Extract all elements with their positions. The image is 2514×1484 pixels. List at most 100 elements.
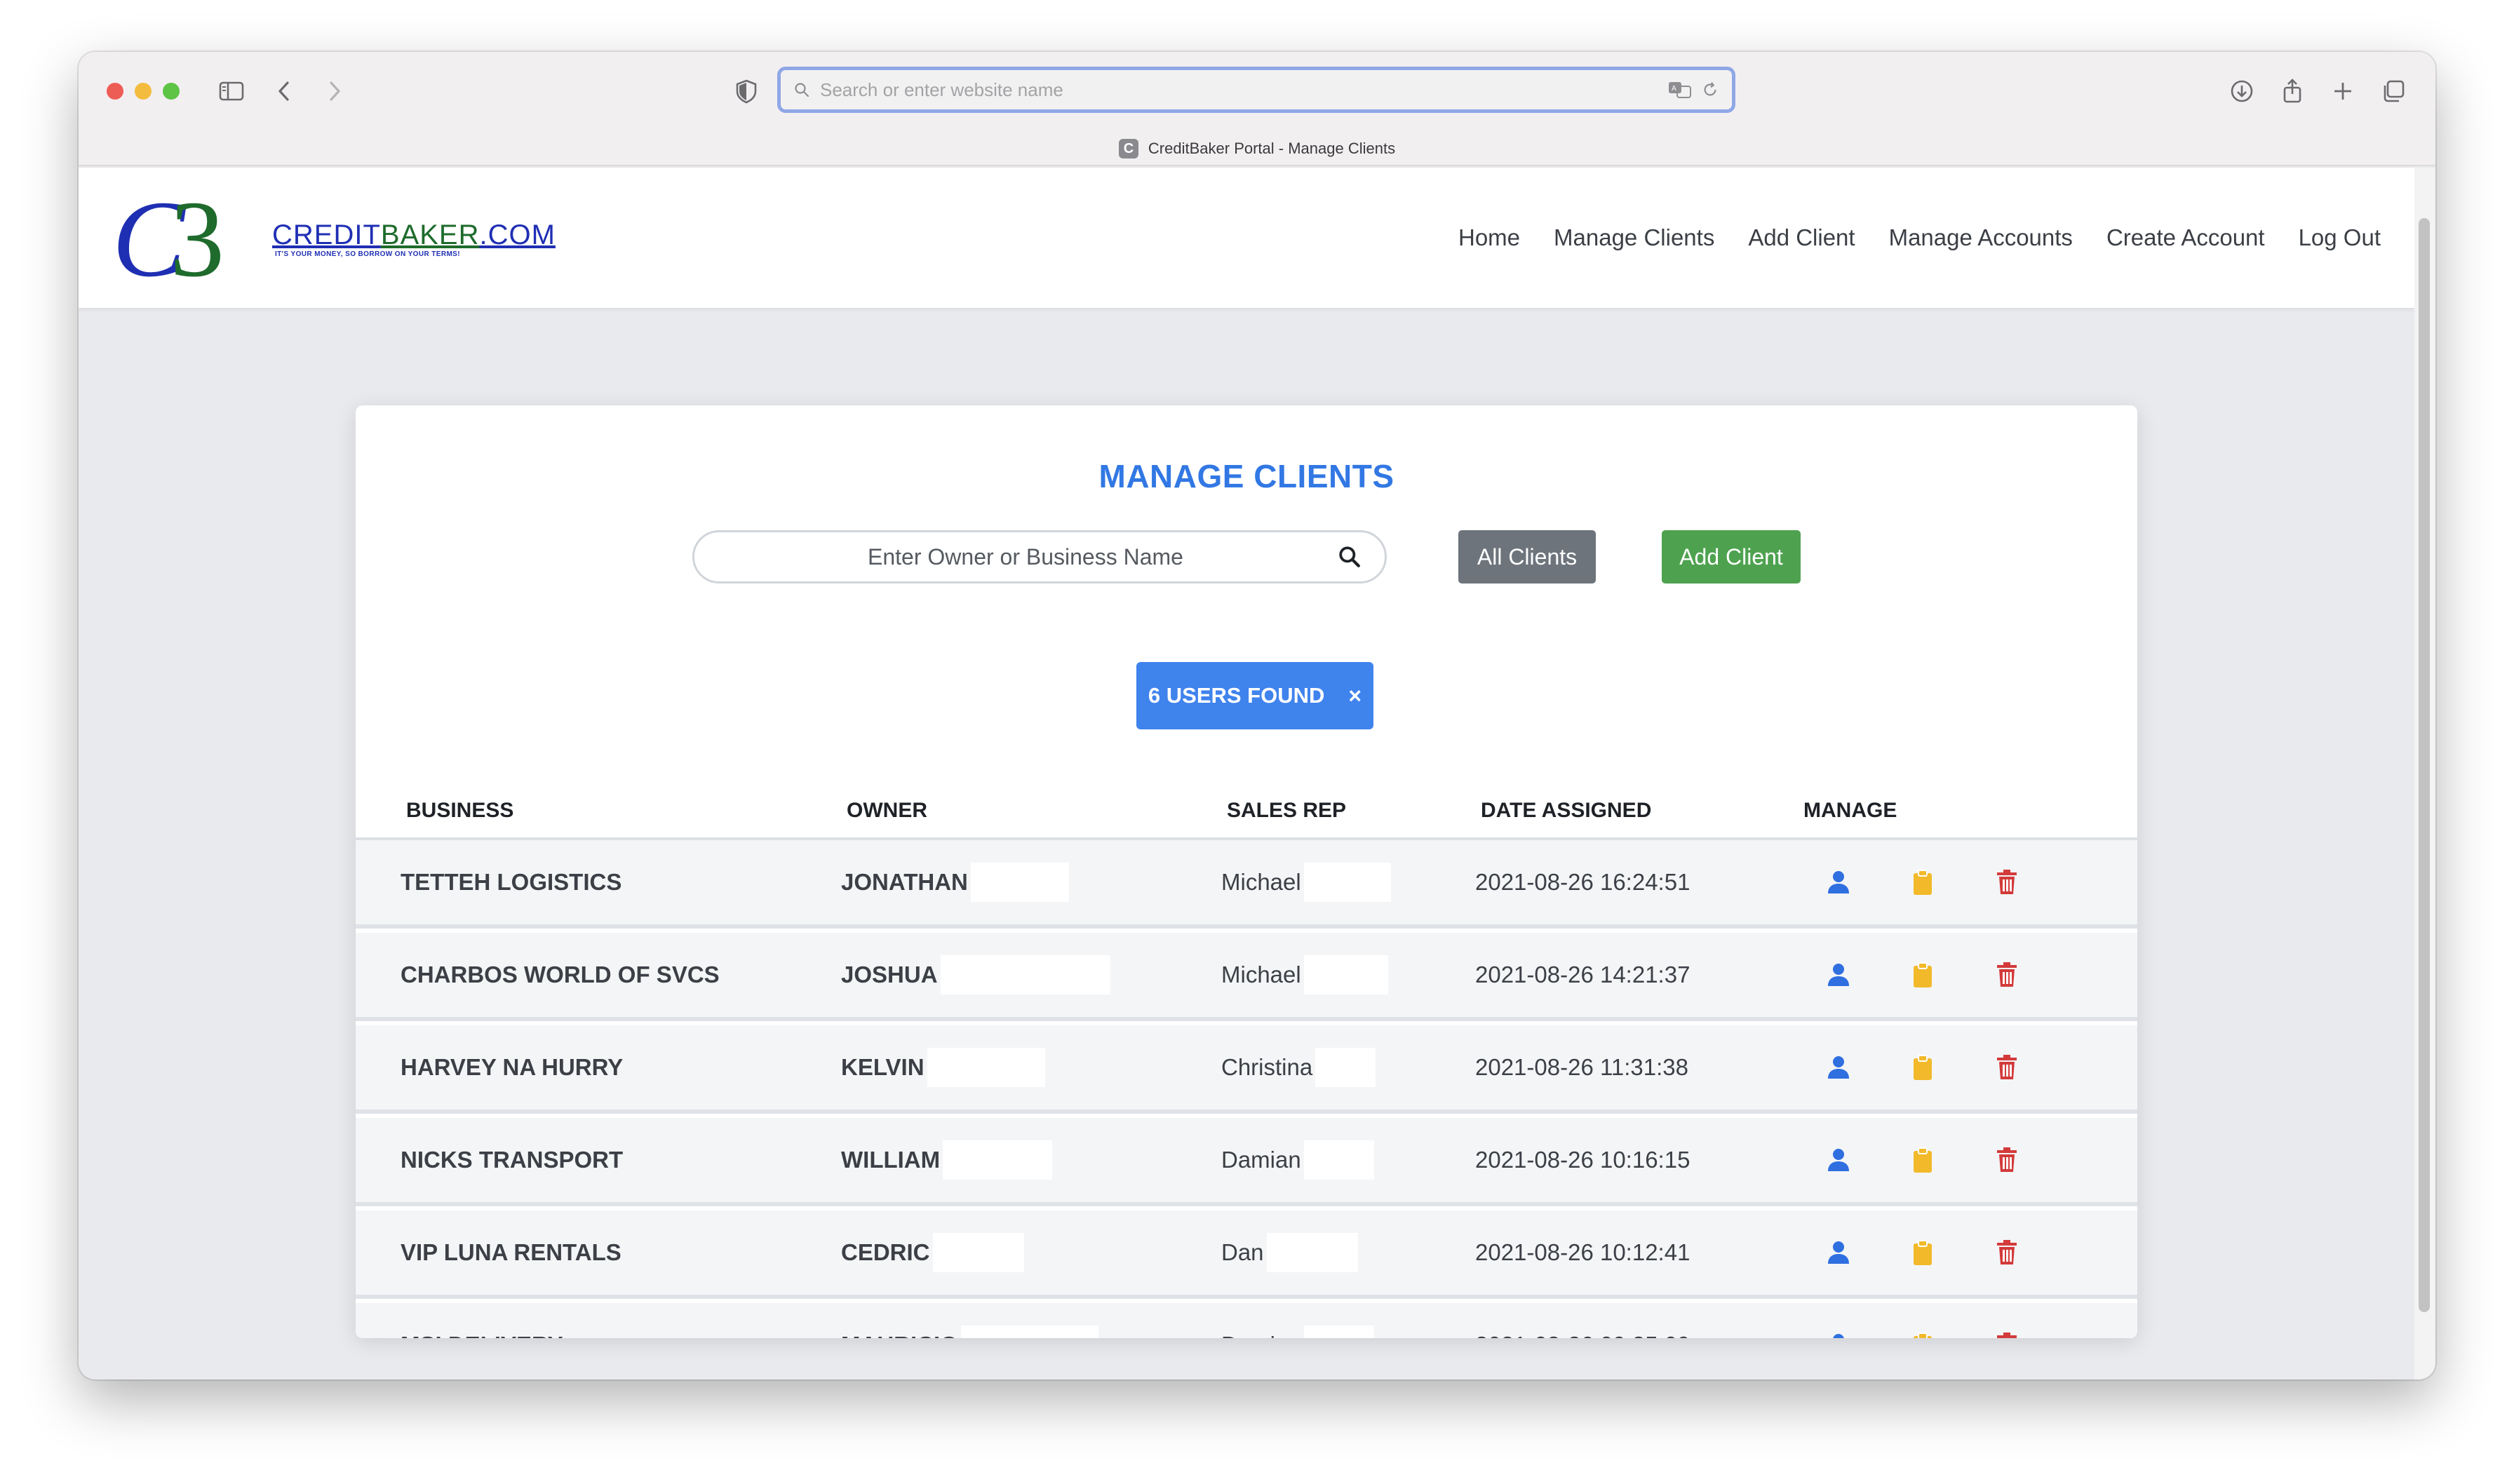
- table-row: CHARBOS WORLD OF SVCS JOSHUA Michael 202…: [356, 933, 2137, 1021]
- translate-icon[interactable]: A: [1667, 80, 1693, 100]
- date-assigned: 2021-08-26 10:12:41: [1475, 1239, 1690, 1265]
- clear-results-icon[interactable]: ×: [1348, 683, 1362, 709]
- minimize-window-button[interactable]: [135, 83, 152, 100]
- redaction-block: [1266, 1233, 1358, 1272]
- trash-icon[interactable]: [1991, 1330, 2022, 1338]
- owner-name: WILLIAM: [841, 1118, 1053, 1202]
- redaction-block: [1303, 863, 1391, 902]
- redaction-block: [927, 1048, 1045, 1087]
- tab-overview-icon[interactable]: [2375, 73, 2412, 109]
- user-icon[interactable]: [1823, 1145, 1854, 1175]
- browser-toolbar: A C CreditBaker Portal - Manage Clients: [79, 52, 2435, 166]
- redaction-block: [1303, 1326, 1374, 1338]
- redaction-block: [970, 863, 1069, 902]
- user-icon[interactable]: [1823, 1052, 1854, 1083]
- header-owner[interactable]: OWNER: [847, 783, 927, 839]
- address-input[interactable]: [820, 79, 1667, 101]
- svg-text:A: A: [1672, 85, 1676, 93]
- redaction-block: [940, 955, 1110, 994]
- logo-tagline: IT'S YOUR MONEY, SO BORROW ON YOUR TERMS…: [275, 250, 460, 258]
- search-icon: [795, 83, 809, 97]
- scrollbar-thumb[interactable]: [2419, 218, 2430, 1312]
- user-icon[interactable]: [1823, 867, 1854, 898]
- browser-window: A C CreditBaker Portal - Manage Clients …: [79, 52, 2435, 1380]
- users-found-text: 6 USERS FOUND: [1148, 683, 1325, 708]
- clipboard-icon[interactable]: [1907, 867, 1938, 898]
- redaction-block: [1315, 1048, 1376, 1087]
- page-scrollbar[interactable]: [2414, 168, 2435, 1380]
- sales-rep: Damian: [1221, 1303, 1374, 1338]
- nav-manage-accounts[interactable]: Manage Accounts: [1889, 224, 2073, 251]
- trash-icon[interactable]: [1991, 959, 2022, 990]
- business-name: HARVEY NA HURRY: [401, 1054, 624, 1080]
- owner-name: KELVIN: [841, 1025, 1045, 1109]
- manage-clients-card: MANAGE CLIENTS All Clients Add Client 6 …: [356, 405, 2137, 1338]
- reload-icon[interactable]: [1701, 81, 1719, 99]
- redaction-block: [1303, 1140, 1374, 1180]
- date-assigned: 2021-08-26 10:16:15: [1475, 1147, 1690, 1173]
- clipboard-icon[interactable]: [1907, 1330, 1938, 1338]
- add-client-button[interactable]: Add Client: [1662, 530, 1801, 584]
- new-tab-icon[interactable]: [2325, 73, 2361, 109]
- date-assigned: 2021-08-26 16:24:51: [1475, 869, 1690, 895]
- date-assigned: 2021-08-26 14:21:37: [1475, 962, 1690, 987]
- redaction-block: [932, 1233, 1024, 1272]
- user-icon[interactable]: [1823, 959, 1854, 990]
- logo-wordmark: CREDITBAKER.COM: [272, 220, 556, 250]
- nav-manage-clients[interactable]: Manage Clients: [1554, 224, 1714, 251]
- sales-rep: Michael: [1221, 933, 1388, 1017]
- table-row: MSI DELIVERY MAURICIO Damian 2021-08-26 …: [356, 1303, 2137, 1338]
- nav-create-account[interactable]: Create Account: [2106, 224, 2265, 251]
- address-bar[interactable]: A: [777, 67, 1735, 113]
- user-icon[interactable]: [1823, 1237, 1854, 1268]
- privacy-shield-icon[interactable]: [728, 73, 765, 109]
- trash-icon[interactable]: [1991, 1237, 2022, 1268]
- search-icon[interactable]: [1336, 543, 1364, 571]
- active-tab[interactable]: C CreditBaker Portal - Manage Clients: [79, 135, 2435, 163]
- header-business[interactable]: BUSINESS: [406, 783, 513, 839]
- nav-home[interactable]: Home: [1458, 224, 1520, 251]
- sidebar-toggle-icon[interactable]: [213, 73, 250, 109]
- clipboard-icon[interactable]: [1907, 1237, 1938, 1268]
- business-name: NICKS TRANSPORT: [401, 1147, 624, 1173]
- forward-arrow-icon[interactable]: [316, 73, 352, 109]
- clipboard-icon[interactable]: [1907, 1052, 1938, 1083]
- clipboard-icon[interactable]: [1907, 959, 1938, 990]
- date-assigned: 2021-08-26 11:31:38: [1475, 1054, 1688, 1080]
- site-header: C3 CREDITBAKER.COM IT'S YOUR MONEY, SO B…: [79, 168, 2414, 308]
- tab-title-text: CreditBaker Portal - Manage Clients: [1148, 140, 1396, 157]
- clipboard-icon[interactable]: [1907, 1145, 1938, 1175]
- redaction-block: [960, 1326, 1098, 1338]
- client-search-box[interactable]: [692, 530, 1387, 584]
- user-icon[interactable]: [1823, 1330, 1854, 1338]
- all-clients-button[interactable]: All Clients: [1458, 530, 1596, 584]
- sales-rep: Christina: [1221, 1025, 1376, 1109]
- header-sales-rep[interactable]: SALES REP: [1227, 783, 1346, 839]
- nav-add-client[interactable]: Add Client: [1748, 224, 1855, 251]
- table-row: TETTEH LOGISTICS JONATHAN Michael 2021-0…: [356, 840, 2137, 929]
- sales-rep: Michael: [1221, 840, 1391, 924]
- table-row: HARVEY NA HURRY KELVIN Christina 2021-08…: [356, 1025, 2137, 1114]
- trash-icon[interactable]: [1991, 1145, 2022, 1175]
- nav-log-out[interactable]: Log Out: [2299, 224, 2381, 251]
- sales-rep: Dan: [1221, 1210, 1358, 1295]
- owner-name: CEDRIC: [841, 1210, 1024, 1295]
- header-date-assigned[interactable]: DATE ASSIGNED: [1481, 783, 1651, 839]
- sales-rep: Damian: [1221, 1118, 1374, 1202]
- owner-name: MAURICIO: [841, 1303, 1098, 1338]
- trash-icon[interactable]: [1991, 867, 2022, 898]
- creditbaker-logo[interactable]: C3 CREDITBAKER.COM IT'S YOUR MONEY, SO B…: [112, 183, 645, 295]
- close-window-button[interactable]: [107, 83, 123, 100]
- share-icon[interactable]: [2274, 73, 2311, 109]
- client-search-input[interactable]: [715, 544, 1336, 570]
- main-nav: Home Manage Clients Add Client Manage Ac…: [1458, 168, 2381, 308]
- business-name: CHARBOS WORLD OF SVCS: [401, 962, 720, 987]
- downloads-icon[interactable]: [2224, 73, 2260, 109]
- redaction-block: [1303, 955, 1388, 994]
- back-arrow-icon[interactable]: [267, 73, 303, 109]
- maximize-window-button[interactable]: [163, 83, 180, 100]
- table-row: NICKS TRANSPORT WILLIAM Damian 2021-08-2…: [356, 1118, 2137, 1206]
- trash-icon[interactable]: [1991, 1052, 2022, 1083]
- site-favicon: C: [1118, 139, 1138, 158]
- date-assigned: 2021-08-26 09:35:09: [1475, 1303, 1690, 1338]
